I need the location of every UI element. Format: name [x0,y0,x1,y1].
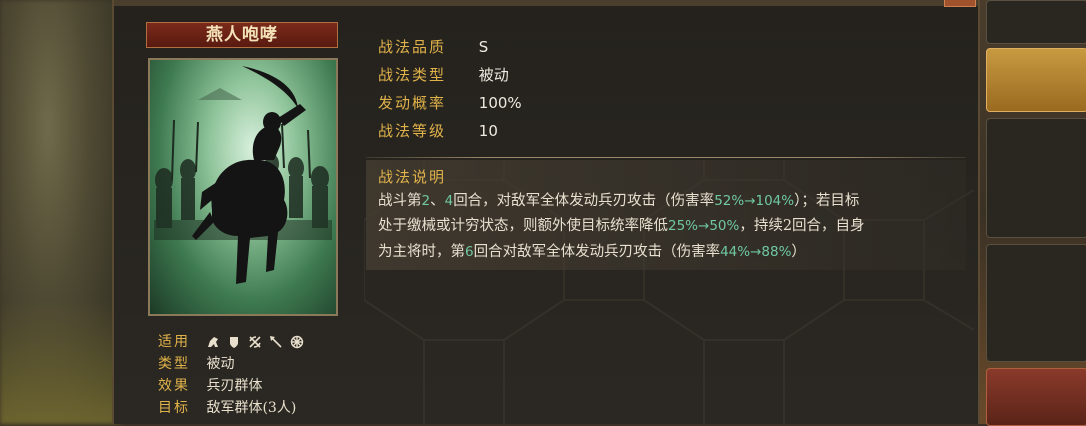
side-tab[interactable] [986,118,1086,238]
attr-row-applicable: 适用 [158,332,304,352]
attr-value: 被动 [206,356,235,372]
info-value: 100% [478,94,522,112]
skill-card-art [148,58,338,316]
attr-row-target: 目标 敌军群体(3人) [158,398,296,418]
info-row-quality: 战法品质 S [378,36,488,58]
crossed-bows-icon [248,335,262,349]
close-button[interactable] [944,0,976,7]
side-tab-gold[interactable] [986,48,1086,112]
info-key: 战法类型 [378,66,447,84]
side-tab[interactable] [986,0,1086,44]
side-tab[interactable] [986,244,1086,362]
background-left [0,0,120,424]
info-row-level: 战法等级 10 [378,120,498,142]
section-divider [366,157,966,158]
panel-title-bar [114,0,978,6]
info-row-type: 战法类型 被动 [378,64,509,86]
side-tab-red[interactable] [986,368,1086,426]
cavalry-icon [206,335,220,349]
background-right [978,0,1086,426]
info-value: 10 [478,122,498,140]
attr-key: 适用 [158,334,190,350]
info-value: S [478,38,489,56]
description-line-3: 为主将时，第6回合对敌军全体发动兵刃攻击（伤害率44%→88%） [378,244,806,260]
spear-icon [269,335,283,349]
description-line-2: 处于缴械或计穷状态，则额外使目标统率降低25%→50%，持续2回合，自身 [378,218,865,234]
info-key: 战法品质 [378,38,447,56]
attr-value: 兵刃群体 [206,378,263,394]
skill-name-banner: 燕人咆哮 [146,22,338,48]
shield-icon [227,335,241,349]
info-key: 战法等级 [378,122,447,140]
description-line-1: 战斗第2、4回合，对敌军全体发动兵刃攻击（伤害率52%→104%）；若目标 [378,193,860,209]
attr-key: 效果 [158,378,190,394]
wheel-icon [290,335,304,349]
attr-key: 类型 [158,356,190,372]
description-title: 战法说明 [378,168,447,186]
attr-row-type: 类型 被动 [158,354,234,374]
info-key: 发动概率 [378,94,447,112]
attr-row-effect: 效果 兵刃群体 [158,376,262,396]
info-value: 被动 [478,66,509,84]
skill-detail-panel: 燕人咆哮 适用 类型 被动 效果 兵刃群体 目标 敌军群体(3人) 战法品质 S… [112,0,980,424]
attr-value: 敌军群体(3人) [206,400,297,416]
info-row-probability: 发动概率 100% [378,92,522,114]
attr-key: 目标 [158,400,190,416]
